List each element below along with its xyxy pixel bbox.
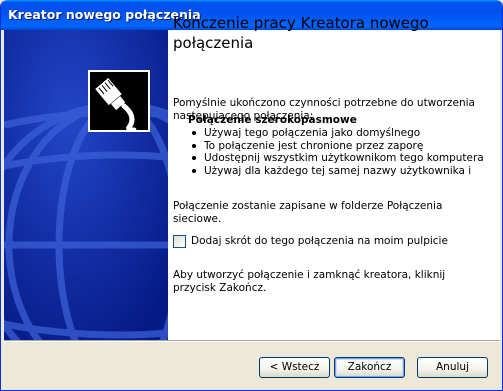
footer-separator <box>4 340 500 342</box>
back-button[interactable]: < Wstecz <box>259 357 330 378</box>
summary-item: Używaj tego połączenia jako domyślnego <box>188 127 484 140</box>
side-panel <box>4 30 168 340</box>
shortcut-checkbox[interactable] <box>173 235 186 248</box>
network-cable-icon <box>88 70 150 132</box>
summary-item: Używaj dla każdego tej samej nazwy użytk… <box>188 165 484 178</box>
save-note-text: Połączenie zostanie zapisane w folderze … <box>173 200 443 225</box>
summary-item: Udostępnij wszystkim użytkownikom tego k… <box>188 152 484 165</box>
window-title: Kreator nowego połączenia <box>8 7 201 22</box>
cancel-button[interactable]: Anuluj <box>417 357 488 378</box>
summary-title: Połączenie szerokopasmowe <box>188 114 357 126</box>
page-title: Kończenie pracy Kreatora nowego połączen… <box>173 14 429 52</box>
finish-note-text: Aby utworzyć połączenie i zamknąć kreato… <box>173 269 446 294</box>
finish-button[interactable]: Zakończ <box>334 357 405 378</box>
wizard-window: Kreator nowego połączenia Kończenie prac… <box>0 0 503 391</box>
shortcut-checkbox-label[interactable]: Dodaj skrót do tego połączenia na moim p… <box>191 235 448 248</box>
summary-list: Używaj tego połączenia jako domyślnego T… <box>188 127 484 177</box>
summary-item: To połączenie jest chronione przez zapor… <box>188 140 484 153</box>
